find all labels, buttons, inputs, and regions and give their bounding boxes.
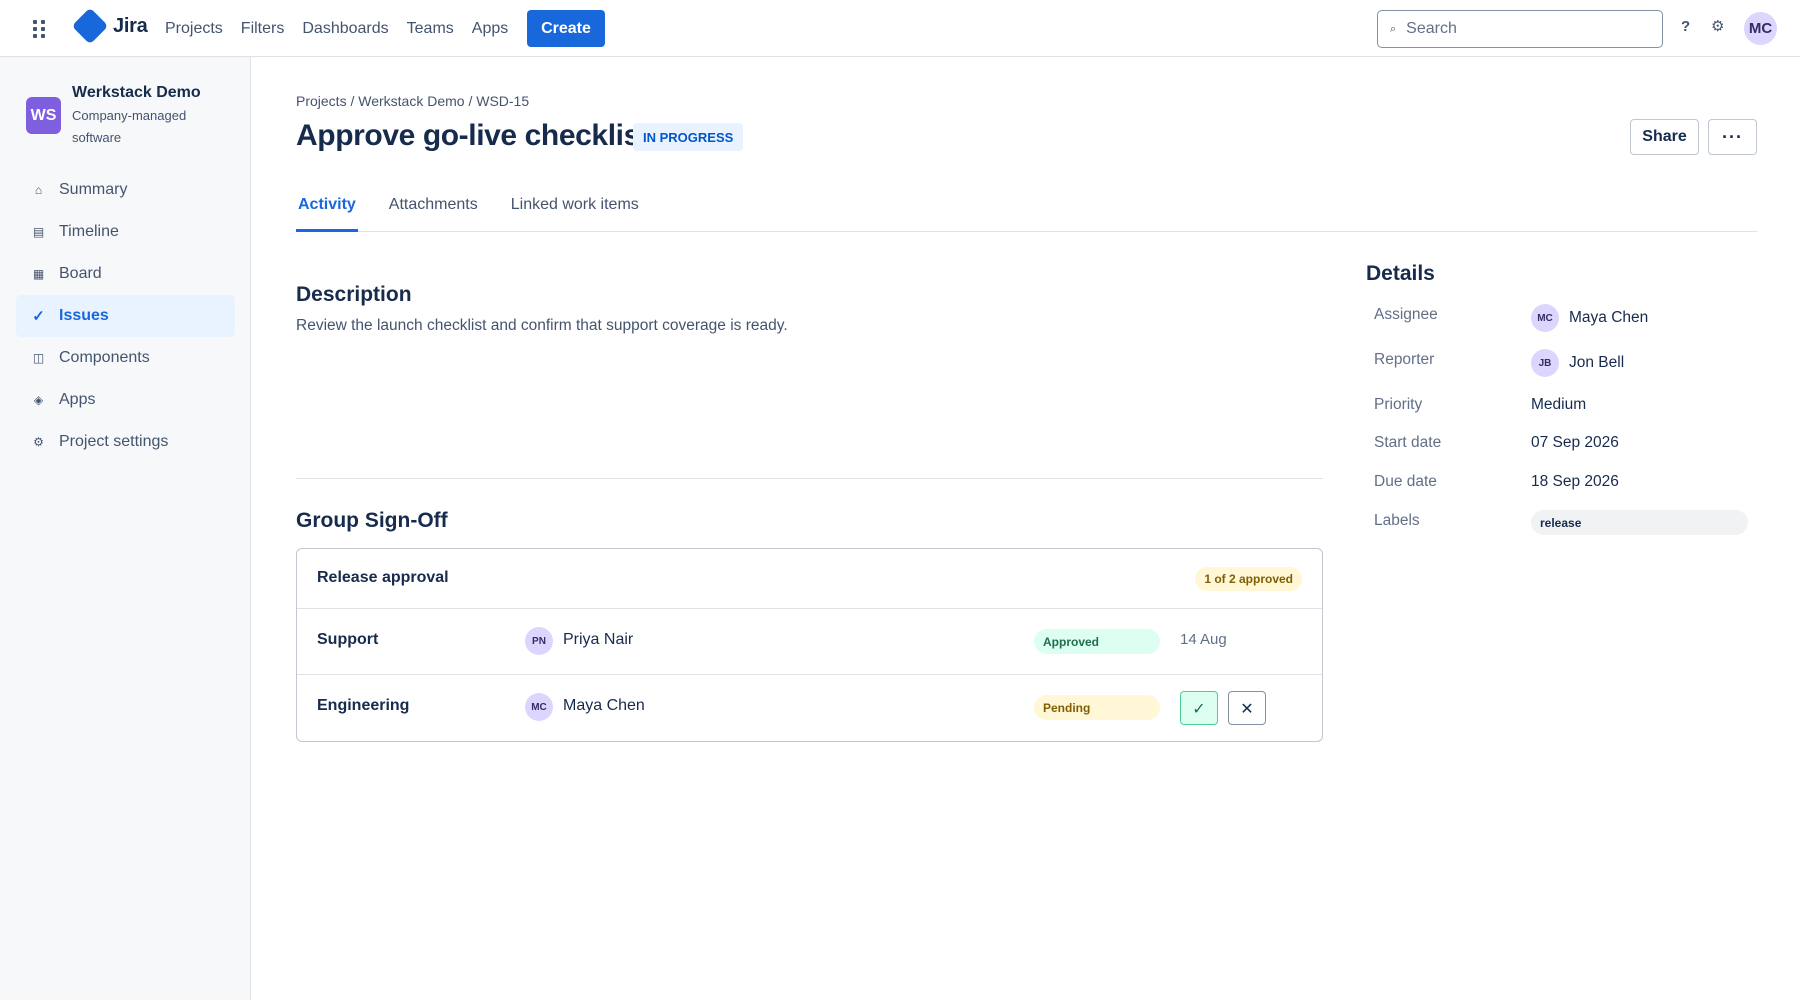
description-heading: Description <box>296 283 412 306</box>
approver-name: Priya Nair <box>563 631 634 648</box>
sidebar-item-label: Apps <box>59 391 96 408</box>
breadcrumb[interactable]: Projects / Werkstack Demo / WSD-15 <box>296 93 529 109</box>
sidebar-item-summary[interactable]: ⌂ Summary <box>16 169 235 211</box>
sidebar-item-issues[interactable]: ✓ Issues <box>16 295 235 337</box>
check-icon: ✓ <box>32 308 45 325</box>
tab-activity[interactable]: Activity <box>296 188 358 232</box>
gear-icon: ⚙ <box>33 435 44 449</box>
sidebar-item-apps[interactable]: ◈ Apps <box>16 379 235 421</box>
start-date-value[interactable]: 07 Sep 2026 <box>1531 434 1619 452</box>
section-divider <box>296 478 1323 479</box>
sidebar-item-timeline[interactable]: ▤ Timeline <box>16 211 235 253</box>
approver-group: Support <box>317 631 379 648</box>
sidebar-item-label: Board <box>59 265 102 282</box>
assignee-label: Assignee <box>1374 306 1438 323</box>
status-badge: Approved <box>1034 629 1160 654</box>
avatar: MC <box>525 693 553 721</box>
search-box[interactable]: ⌕ <box>1377 10 1663 48</box>
create-button[interactable]: Create <box>527 10 605 47</box>
nav-teams[interactable]: Teams <box>407 20 454 38</box>
apps-icon: ◈ <box>33 393 44 407</box>
tab-linked-work-items[interactable]: Linked work items <box>509 188 641 232</box>
issue-tabs: Activity Attachments Linked work items <box>296 188 1757 232</box>
avatar: JB <box>1531 349 1559 377</box>
sidebar-item-label: Project settings <box>59 433 169 450</box>
details-heading: Details <box>1366 262 1435 285</box>
search-input[interactable] <box>1406 20 1647 38</box>
nav-dashboards[interactable]: Dashboards <box>302 20 388 38</box>
sidebar-nav: ⌂ Summary ▤ Timeline ▦ Board ✓ Issues ◫ … <box>16 169 235 463</box>
approval-date: 14 Aug <box>1180 631 1227 648</box>
labels-label: Labels <box>1374 512 1420 529</box>
reporter-field[interactable]: JB Jon Bell <box>1531 349 1624 377</box>
priority-label: Priority <box>1374 396 1423 413</box>
status-badge[interactable]: IN PROGRESS <box>633 123 744 151</box>
user-avatar[interactable]: MC <box>1744 12 1777 45</box>
assignee-value: Maya Chen <box>1569 309 1649 326</box>
assignee-field[interactable]: MC Maya Chen <box>1531 304 1648 332</box>
components-icon: ◫ <box>32 351 45 365</box>
project-avatar: WS <box>26 97 61 134</box>
label-chip[interactable]: release <box>1531 510 1748 535</box>
signoff-card-header: Release approval 1 of 2 approved <box>297 549 1322 609</box>
sidebar-item-board[interactable]: ▦ Board <box>16 253 235 295</box>
page-title[interactable]: Approve go-live checklist <box>296 119 650 153</box>
due-date-value[interactable]: 18 Sep 2026 <box>1531 473 1619 491</box>
signoff-card-title: Release approval <box>317 569 449 586</box>
due-date-label: Due date <box>1374 473 1437 490</box>
jira-logo[interactable]: Jira <box>71 7 148 45</box>
search-icon: ⌕ <box>1390 22 1397 35</box>
priority-value[interactable]: Medium <box>1531 396 1586 414</box>
jira-logo-icon <box>71 7 109 45</box>
more-actions-button[interactable]: ··· <box>1708 119 1757 155</box>
nav-filters[interactable]: Filters <box>241 20 285 38</box>
sidebar-item-label: Issues <box>59 307 109 324</box>
sidebar-item-label: Summary <box>59 181 128 198</box>
approver-name: Maya Chen <box>563 697 645 714</box>
primary-nav: Projects Filters Dashboards Teams Apps <box>165 0 526 57</box>
avatar: PN <box>525 627 553 655</box>
tab-attachments[interactable]: Attachments <box>387 188 480 232</box>
sidebar-item-components[interactable]: ◫ Components <box>16 337 235 379</box>
sidebar-item-label: Timeline <box>59 223 119 240</box>
reporter-label: Reporter <box>1374 351 1435 368</box>
project-sidebar: WS Werkstack Demo Company-managed softwa… <box>0 57 251 1000</box>
signoff-heading: Group Sign-Off <box>296 509 448 532</box>
top-navigation: Jira Projects Filters Dashboards Teams A… <box>0 0 1800 57</box>
home-icon: ⌂ <box>34 183 43 197</box>
reject-button[interactable]: ✕ <box>1228 691 1266 725</box>
approver-group: Engineering <box>317 697 410 714</box>
logo-text: Jira <box>113 14 148 37</box>
share-button[interactable]: Share <box>1630 119 1699 155</box>
timeline-icon: ▤ <box>32 225 45 239</box>
table-row: Engineering MC Maya Chen Pending ✓ ✕ <box>297 674 1322 739</box>
status-badge: Pending <box>1034 695 1160 720</box>
approval-count-badge: 1 of 2 approved <box>1195 567 1302 591</box>
table-row: Support PN Priya Nair Approved 14 Aug <box>297 609 1322 674</box>
start-date-label: Start date <box>1374 434 1442 451</box>
help-icon[interactable]: ? <box>1681 18 1690 35</box>
sidebar-item-project-settings[interactable]: ⚙ Project settings <box>16 421 235 463</box>
project-type: Company-managed software <box>72 108 187 145</box>
signoff-card: Release approval 1 of 2 approved Support… <box>296 548 1323 742</box>
sidebar-item-label: Components <box>59 349 150 366</box>
board-icon: ▦ <box>32 267 45 281</box>
app-grid-icon[interactable] <box>33 20 47 38</box>
approve-button[interactable]: ✓ <box>1180 691 1218 725</box>
nav-projects[interactable]: Projects <box>165 20 223 38</box>
gear-icon[interactable]: ⚙ <box>1711 17 1724 35</box>
nav-apps[interactable]: Apps <box>472 20 508 38</box>
reporter-value: Jon Bell <box>1569 354 1625 371</box>
description-text[interactable]: Review the launch checklist and confirm … <box>296 317 788 335</box>
avatar: MC <box>1531 304 1559 332</box>
project-name[interactable]: Werkstack Demo <box>72 84 201 102</box>
